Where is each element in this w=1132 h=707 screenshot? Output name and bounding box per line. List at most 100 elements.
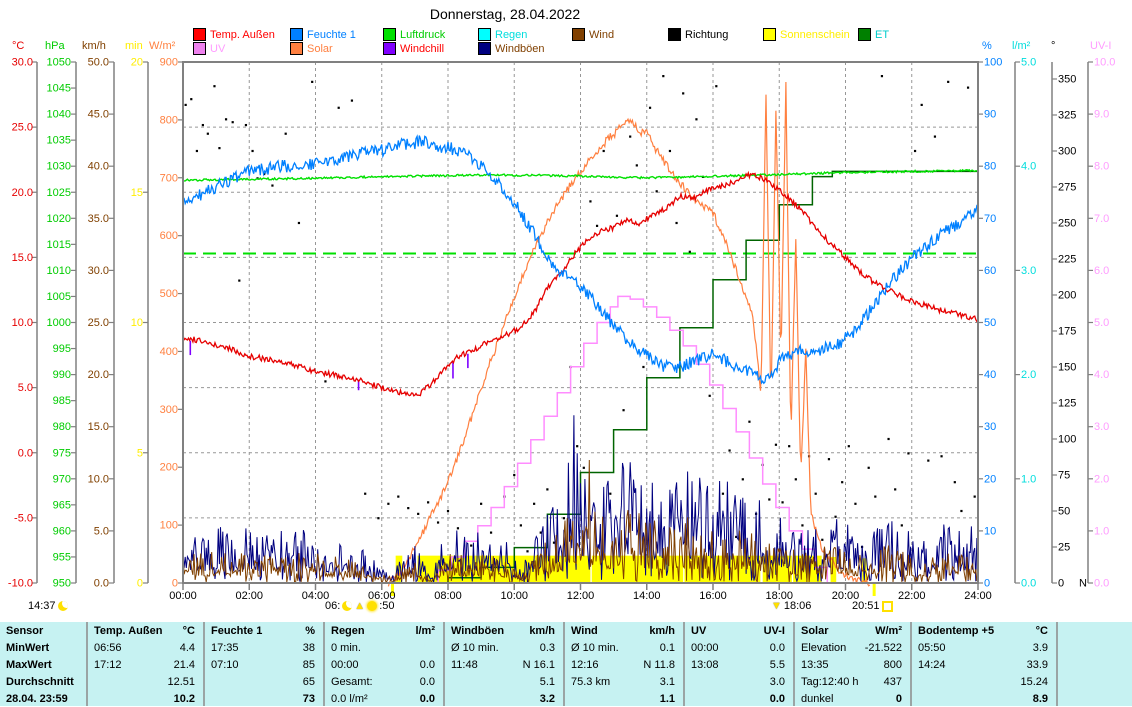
tick-label-temp: -5.0 [14, 512, 33, 524]
table-col-header: Regenl/m² [331, 622, 435, 639]
cell-value: 0.0 [420, 676, 435, 688]
tick-label-wind: 15.0 [88, 421, 109, 433]
cell-time: 17:35 [211, 642, 239, 654]
stats-table: SensorMinWertMaxWertDurchschnitt28.04. 2… [0, 622, 1132, 706]
tick-label-humidity: 70 [984, 213, 996, 225]
tick-label-solar: 600 [160, 230, 178, 242]
tick-label-direction: 225 [1058, 253, 1076, 265]
row-label-text: MaxWert [6, 659, 52, 671]
cell-value: 1.1 [660, 693, 675, 705]
table-separator [910, 622, 912, 706]
table-col-header: UVUV-I [691, 622, 785, 639]
table-cell: Tag:12:40 h437 [801, 673, 902, 690]
cell-value: 10.2 [174, 693, 195, 705]
table-row-label: Sensor [6, 622, 76, 639]
row-label-text: Durchschnitt [6, 676, 74, 688]
tick-label-sunshine: 15 [131, 187, 143, 199]
tick-label-direction: 350 [1058, 73, 1076, 85]
cell-value: 0 [896, 693, 902, 705]
tick-label-direction: 200 [1058, 289, 1076, 301]
tick-label-pressure: 1025 [47, 187, 71, 199]
col-unit: °C [1036, 625, 1048, 637]
tick-label-temp: 15.0 [12, 252, 33, 264]
table-col-header: SolarW/m² [801, 622, 902, 639]
tick-label-pressure: 960 [53, 525, 71, 537]
tick-label-solar: 400 [160, 346, 178, 358]
col-unit: km/h [649, 625, 675, 637]
cell-time: 00:00 [691, 642, 719, 654]
table-col-header: Temp. Außen°C [94, 622, 195, 639]
cell-time: Ø 10 min. [451, 642, 499, 654]
tick-label-temp: 20.0 [12, 187, 33, 199]
cell-time: 13:08 [691, 659, 719, 671]
tick-label-humidity: 40 [984, 369, 996, 381]
tick-label-wind: 10.0 [88, 473, 109, 485]
tick-label-uv: 2.0 [1094, 473, 1109, 485]
table-cell: Elevation-21.522 [801, 639, 902, 656]
sunrise-time-prefix: 06: [325, 600, 340, 612]
cell-time: Gesamt: [331, 676, 373, 688]
col-unit: % [305, 625, 315, 637]
cell-value: 33.9 [1027, 659, 1048, 671]
table-col-temp-au-en: Temp. Außen°C06:564.417:1221.412.5110.2 [88, 622, 203, 706]
table-cell: 5.1 [451, 673, 555, 690]
tick-label-rain: 4.0 [1021, 161, 1036, 173]
row-label-text: MinWert [6, 642, 49, 654]
cell-value: 0.0 [420, 693, 435, 705]
tick-label-direction: 50 [1058, 505, 1070, 517]
table-cell: 15.24 [918, 673, 1048, 690]
cell-value: -21.522 [865, 642, 902, 654]
cell-value: 0.1 [660, 642, 675, 654]
cell-value: 12.51 [167, 676, 195, 688]
sun-icon [367, 601, 377, 611]
tick-label-solar: 300 [160, 404, 178, 416]
time-axis-label: 00:00 [169, 590, 197, 602]
cell-time: 07:10 [211, 659, 239, 671]
cell-value: 15.24 [1020, 676, 1048, 688]
table-col-uv: UVUV-I00:000.013:085.53.00.0 [685, 622, 793, 706]
col-unit: km/h [529, 625, 555, 637]
table-separator [793, 622, 795, 706]
table-cell: 10.2 [94, 690, 195, 707]
tick-label-pressure: 985 [53, 395, 71, 407]
tick-label-pressure: 950 [53, 578, 71, 590]
cell-value: 3.2 [540, 693, 555, 705]
sunset-square-icon [882, 601, 893, 612]
col-unit: °C [183, 625, 195, 637]
row-label-text: Sensor [6, 625, 43, 637]
tick-label-temp: 5.0 [18, 382, 33, 394]
tick-label-sunshine: 5 [137, 447, 143, 459]
tick-label-direction: 25 [1058, 541, 1070, 553]
cell-time: dunkel [801, 693, 833, 705]
tick-label-pressure: 1035 [47, 135, 71, 147]
cell-value: 0.0 [420, 659, 435, 671]
tick-label-temp: -10.0 [8, 578, 33, 590]
sunrise-marker: 06: ▲ :50 [325, 600, 394, 612]
col-unit: W/m² [875, 625, 902, 637]
col-name: Feuchte 1 [211, 625, 262, 637]
cell-value: 3.9 [1033, 642, 1048, 654]
time-axis-label: 22:00 [898, 590, 926, 602]
table-separator [443, 622, 445, 706]
table-cell: dunkel 0 [801, 690, 902, 707]
table-col-sensor: SensorMinWertMaxWertDurchschnitt28.04. 2… [0, 622, 84, 706]
tick-label-uv: 10.0 [1094, 57, 1115, 69]
cell-value: 0.0 [770, 693, 785, 705]
cell-value: 0.0 [770, 642, 785, 654]
table-cell: 14:2433.9 [918, 656, 1048, 673]
moon-time-marker: 14:37 [28, 600, 68, 612]
tick-label-direction: 125 [1058, 397, 1076, 409]
down-arrow-icon: ▼ [771, 601, 782, 611]
tick-label-direction: 175 [1058, 325, 1076, 337]
tick-label-sunshine: 10 [131, 317, 143, 329]
cell-time: 0 min. [331, 642, 361, 654]
cell-time: 13:35 [801, 659, 829, 671]
cell-time: 0.0 l/m² [331, 693, 368, 705]
sunrise-time-suffix: :50 [379, 600, 394, 612]
cell-value: 73 [303, 693, 315, 705]
tick-label-wind: 45.0 [88, 109, 109, 121]
tick-label-humidity: 60 [984, 265, 996, 277]
table-col-wind: Windkm/hØ 10 min.0.112:16N 11.875.3 km3.… [565, 622, 683, 706]
sunset-marker: 20:51 [852, 600, 893, 612]
table-separator [563, 622, 565, 706]
